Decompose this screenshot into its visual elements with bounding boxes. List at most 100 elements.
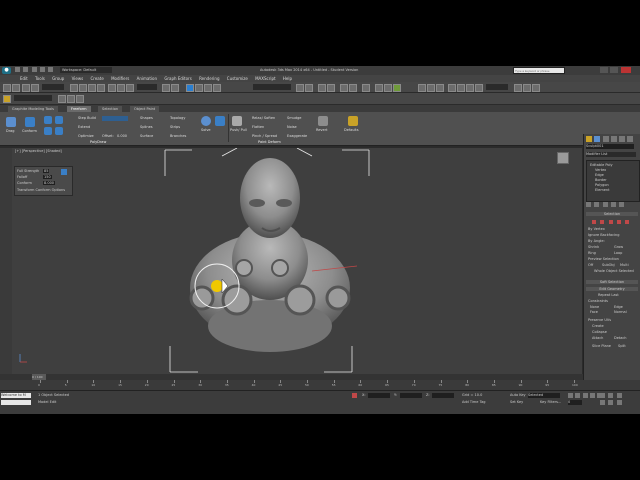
shift-icon[interactable] bbox=[44, 116, 52, 124]
ignore-backfacing-checkbox[interactable]: Ignore Backfacing bbox=[588, 233, 619, 237]
constraint-face-radio[interactable]: Face bbox=[590, 310, 598, 314]
menu-tools[interactable]: Tools bbox=[35, 76, 45, 81]
link-icon[interactable] bbox=[22, 84, 30, 92]
relax-soften-button[interactable]: Relax/ Soften bbox=[252, 116, 275, 120]
drag-icon[interactable] bbox=[6, 117, 16, 127]
menu-group[interactable]: Group bbox=[52, 76, 64, 81]
align-icon[interactable] bbox=[305, 84, 313, 92]
solve-icon[interactable] bbox=[201, 116, 211, 126]
move-icon[interactable] bbox=[108, 84, 116, 92]
preview-off-radio[interactable]: Off bbox=[588, 263, 593, 267]
add-to-layer-icon[interactable] bbox=[67, 95, 75, 103]
by-angle-checkbox[interactable]: By Angle: bbox=[588, 239, 605, 243]
by-vertex-checkbox[interactable]: By Vertex bbox=[588, 227, 605, 231]
grow-button[interactable]: Grow bbox=[614, 245, 623, 249]
optimize-button[interactable]: Optimize bbox=[78, 134, 94, 138]
named-selection-sets-dropdown[interactable] bbox=[253, 84, 291, 90]
undo-toolbar-icon[interactable] bbox=[3, 84, 11, 92]
current-frame-field[interactable]: 0 bbox=[568, 400, 582, 405]
pen-icon[interactable] bbox=[3, 95, 11, 103]
splines-button[interactable]: Splines bbox=[140, 125, 153, 129]
mirror-icon[interactable] bbox=[296, 84, 304, 92]
link-secondary-icon[interactable] bbox=[418, 84, 426, 92]
angle-snap-secondary-icon[interactable] bbox=[523, 84, 531, 92]
window-crossing-icon[interactable] bbox=[97, 84, 105, 92]
constraint-edge-radio[interactable]: Edge bbox=[614, 305, 623, 309]
previous-frame-icon[interactable] bbox=[575, 393, 581, 398]
make-unique-icon[interactable] bbox=[602, 202, 608, 207]
stack-vertex[interactable]: Vertex bbox=[595, 168, 606, 172]
repeat-last-button[interactable]: Repeat Last bbox=[598, 293, 619, 297]
edit-geometry-rollout[interactable]: Edit Geometry bbox=[586, 287, 638, 291]
new-file-icon[interactable] bbox=[15, 67, 20, 72]
offset-value[interactable]: 0.000 bbox=[117, 134, 127, 138]
vertex-mode-icon[interactable] bbox=[592, 220, 596, 224]
add-time-tag-button[interactable]: Add Time Tag bbox=[462, 400, 486, 404]
attach-button[interactable]: Attach bbox=[592, 336, 603, 340]
y-coordinate-field[interactable] bbox=[400, 393, 422, 398]
revert-icon[interactable] bbox=[318, 116, 328, 126]
x-coordinate-field[interactable] bbox=[368, 393, 390, 398]
border-mode-icon[interactable] bbox=[608, 220, 613, 224]
rotate-icon[interactable] bbox=[117, 84, 125, 92]
rotate-secondary-icon[interactable] bbox=[466, 84, 474, 92]
select-layer-icon[interactable] bbox=[76, 95, 84, 103]
redo-toolbar-icon[interactable] bbox=[12, 84, 20, 92]
shapes-button[interactable]: Shapes bbox=[140, 116, 153, 120]
track-bar[interactable]: 0 5 10 15 20 25 30 35 40 45 50 55 60 65 70 75 80 85 90 95 10… bbox=[0, 380, 640, 390]
menu-edit[interactable]: Edit bbox=[20, 76, 28, 81]
layer-manager-icon[interactable] bbox=[318, 84, 326, 92]
close-icon[interactable] bbox=[620, 67, 631, 73]
extend-button[interactable]: Extend bbox=[78, 125, 90, 129]
menu-rendering[interactable]: Rendering bbox=[199, 76, 219, 81]
unlink-icon[interactable] bbox=[31, 84, 39, 92]
noise-button[interactable]: Noise bbox=[287, 125, 297, 129]
menu-views[interactable]: Views bbox=[72, 76, 84, 81]
max-logo-icon[interactable]: ● bbox=[2, 67, 11, 74]
stack-edge[interactable]: Edge bbox=[595, 173, 604, 177]
hierarchy-tab-icon[interactable] bbox=[602, 136, 609, 142]
surface-button[interactable]: Surface bbox=[140, 134, 153, 138]
step-build-button[interactable]: Step Build bbox=[78, 116, 96, 120]
select-secondary-icon[interactable] bbox=[448, 84, 456, 92]
stack-polygon[interactable]: Polygon bbox=[595, 183, 609, 187]
rendered-frame-window-icon[interactable] bbox=[384, 84, 392, 92]
menu-create[interactable]: Create bbox=[91, 76, 104, 81]
scale-secondary-icon[interactable] bbox=[475, 84, 483, 92]
loop-button[interactable]: Loop bbox=[614, 251, 622, 255]
bind-space-warp-icon[interactable] bbox=[436, 84, 444, 92]
move-secondary-icon[interactable] bbox=[457, 84, 465, 92]
layer-dropdown[interactable] bbox=[14, 95, 52, 101]
flatten-button[interactable]: Flatten bbox=[252, 125, 264, 129]
soft-selection-rollout[interactable]: Soft Selection bbox=[586, 280, 638, 284]
viewcube-icon[interactable] bbox=[557, 152, 569, 164]
exaggerate-button[interactable]: Exaggerate bbox=[287, 134, 307, 138]
create-layer-icon[interactable] bbox=[58, 95, 66, 103]
preview-multi-radio[interactable]: Multi bbox=[620, 263, 629, 267]
polydraw-group-label[interactable]: PolyDraw bbox=[90, 140, 106, 144]
show-end-result-icon[interactable] bbox=[594, 202, 600, 207]
material-editor-icon[interactable] bbox=[362, 84, 370, 92]
detach-button[interactable]: Detach bbox=[614, 336, 627, 340]
menu-modifiers[interactable]: Modifiers bbox=[111, 76, 129, 81]
percent-snap-icon[interactable] bbox=[204, 84, 212, 92]
selected-dropdown[interactable]: Selected bbox=[528, 393, 560, 398]
select-manipulate-icon[interactable] bbox=[171, 84, 179, 92]
z-coordinate-field[interactable] bbox=[432, 393, 454, 398]
search-input[interactable] bbox=[513, 67, 565, 74]
render-production-icon[interactable] bbox=[393, 84, 401, 92]
collapse-button[interactable]: Collapse bbox=[592, 330, 607, 334]
edge-mode-icon[interactable] bbox=[600, 220, 605, 224]
auto-key-button[interactable]: Auto Key bbox=[510, 393, 526, 397]
split-checkbox[interactable]: Split bbox=[618, 344, 626, 348]
pinch-spread-button[interactable]: Pinch / Spread bbox=[252, 134, 277, 138]
schematic-view-icon[interactable] bbox=[349, 84, 357, 92]
paint-deform-group-label[interactable]: Paint Deform bbox=[258, 140, 281, 144]
redo-icon[interactable] bbox=[48, 67, 54, 72]
stack-element[interactable]: Element bbox=[595, 188, 610, 192]
spinner-snap-icon[interactable] bbox=[213, 84, 221, 92]
constraint-none-radio[interactable]: None bbox=[590, 305, 599, 309]
preview-subobj-radio[interactable]: SubObj bbox=[602, 263, 615, 267]
menu-customize[interactable]: Customize bbox=[227, 76, 248, 81]
rotate-brush-icon[interactable] bbox=[55, 116, 63, 124]
